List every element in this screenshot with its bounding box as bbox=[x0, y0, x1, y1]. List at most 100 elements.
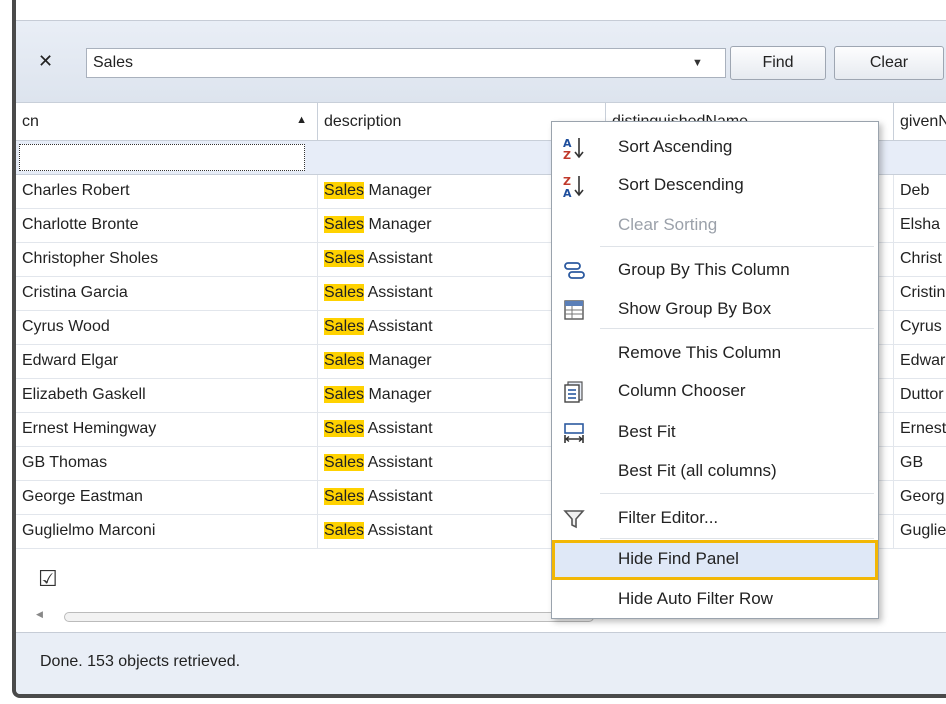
cell-givenname: Guglie bbox=[894, 515, 946, 549]
cell-cn: Guglielmo Marconi bbox=[16, 515, 318, 549]
sort-ascending-icon: A Z bbox=[563, 137, 584, 160]
menu-separator bbox=[600, 246, 874, 247]
scrollbar-thumb[interactable] bbox=[64, 612, 594, 622]
search-highlight: Sales bbox=[324, 318, 365, 335]
cell-cn: George Eastman bbox=[16, 481, 318, 515]
find-search-input[interactable] bbox=[86, 48, 726, 78]
menu-item-label: Clear Sorting bbox=[618, 215, 718, 234]
menu-item-filter-editor[interactable]: Filter Editor... bbox=[552, 499, 878, 537]
group-box-icon bbox=[564, 300, 584, 320]
search-highlight: Sales bbox=[324, 352, 365, 369]
status-text: Done. 153 objects retrieved. bbox=[40, 653, 241, 670]
cell-cn: Edward Elgar bbox=[16, 345, 318, 379]
clear-button[interactable]: Clear bbox=[834, 46, 944, 80]
description-rest: Manager bbox=[364, 352, 432, 369]
cell-givenname: Cristin bbox=[894, 277, 946, 311]
menu-separator bbox=[600, 328, 874, 329]
search-highlight: Sales bbox=[324, 522, 365, 539]
menu-item-label: Hide Find Panel bbox=[618, 549, 739, 568]
description-rest: Assistant bbox=[364, 284, 433, 301]
cell-cn: Elizabeth Gaskell bbox=[16, 379, 318, 413]
column-header-givenname[interactable]: givenName bbox=[894, 103, 946, 141]
cell-givenname: Christ bbox=[894, 243, 946, 277]
svg-text:Z: Z bbox=[563, 149, 571, 160]
group-by-icon bbox=[564, 262, 585, 279]
find-panel: ✕ ▼ Find Clear bbox=[16, 20, 946, 102]
search-highlight: Sales bbox=[324, 386, 365, 403]
column-header-label: givenName bbox=[900, 113, 946, 130]
chevron-down-icon[interactable]: ▼ bbox=[692, 57, 703, 69]
cell-cn: Christopher Sholes bbox=[16, 243, 318, 277]
menu-item-label: Group By This Column bbox=[618, 260, 790, 279]
menu-item-column-chooser[interactable]: Column Chooser bbox=[552, 372, 878, 410]
cell-cn: Ernest Hemingway bbox=[16, 413, 318, 447]
description-rest: Assistant bbox=[364, 522, 433, 539]
column-header-cn[interactable]: cn ▲ bbox=[16, 103, 318, 141]
filter-icon bbox=[563, 510, 585, 529]
menu-item-label: Column Chooser bbox=[618, 381, 746, 400]
title-bar bbox=[16, 0, 946, 20]
find-button[interactable]: Find bbox=[730, 46, 826, 80]
cell-cn: Cyrus Wood bbox=[16, 311, 318, 345]
cell-givenname: Cyrus bbox=[894, 311, 946, 345]
status-bar: Done. 153 objects retrieved. bbox=[16, 632, 946, 694]
menu-item-group-by-column[interactable]: Group By This Column bbox=[552, 251, 878, 289]
menu-item-best-fit[interactable]: Best Fit bbox=[552, 413, 878, 451]
menu-item-label: Hide Auto Filter Row bbox=[618, 589, 773, 608]
column-context-menu: A Z Sort Ascending Z A Sort Descending C… bbox=[551, 121, 879, 619]
best-fit-icon bbox=[564, 423, 584, 443]
description-rest: Assistant bbox=[364, 318, 433, 335]
svg-text:A: A bbox=[563, 187, 572, 198]
menu-separator bbox=[600, 493, 874, 494]
search-highlight: Sales bbox=[324, 488, 365, 505]
menu-item-hide-auto-filter-row[interactable]: Hide Auto Filter Row bbox=[552, 580, 878, 618]
menu-item-hide-find-panel[interactable]: Hide Find Panel bbox=[552, 540, 878, 580]
menu-item-label: Remove This Column bbox=[618, 343, 782, 362]
description-rest: Assistant bbox=[364, 420, 433, 437]
menu-item-label: Best Fit bbox=[618, 422, 676, 441]
description-rest: Assistant bbox=[364, 454, 433, 471]
cell-cn: Charlotte Bronte bbox=[16, 209, 318, 243]
menu-item-label: Best Fit (all columns) bbox=[618, 461, 777, 480]
description-rest: Manager bbox=[364, 182, 432, 199]
menu-separator bbox=[600, 538, 874, 539]
search-highlight: Sales bbox=[324, 284, 365, 301]
menu-item-remove-column[interactable]: Remove This Column bbox=[552, 334, 878, 372]
cell-givenname: Elsha bbox=[894, 209, 946, 243]
checkbox-icon[interactable]: ☑ bbox=[38, 566, 58, 592]
horizontal-scrollbar[interactable]: ◀ bbox=[36, 609, 596, 624]
search-highlight: Sales bbox=[324, 216, 365, 233]
cell-givenname: Deb bbox=[894, 175, 946, 209]
filter-cell-cn[interactable] bbox=[19, 144, 305, 171]
menu-item-label: Sort Descending bbox=[618, 175, 744, 194]
menu-item-clear-sorting[interactable]: Clear Sorting bbox=[552, 206, 878, 244]
scroll-left-icon[interactable]: ◀ bbox=[36, 609, 43, 620]
search-highlight: Sales bbox=[324, 420, 365, 437]
cell-givenname: GB bbox=[894, 447, 946, 481]
menu-item-label: Sort Ascending bbox=[618, 137, 733, 156]
cell-givenname: Ernest bbox=[894, 413, 946, 447]
cell-givenname: Duttor bbox=[894, 379, 946, 413]
menu-item-sort-ascending[interactable]: A Z Sort Ascending bbox=[552, 128, 878, 166]
cell-cn: Charles Robert bbox=[16, 175, 318, 209]
description-rest: Assistant bbox=[364, 488, 433, 505]
cell-cn: GB Thomas bbox=[16, 447, 318, 481]
description-rest: Assistant bbox=[364, 250, 433, 267]
search-highlight: Sales bbox=[324, 182, 365, 199]
menu-item-show-group-by-box[interactable]: Show Group By Box bbox=[552, 290, 878, 328]
column-chooser-icon bbox=[564, 381, 583, 403]
sort-descending-icon: Z A bbox=[563, 175, 584, 198]
menu-item-label: Filter Editor... bbox=[618, 508, 719, 527]
description-rest: Manager bbox=[364, 386, 432, 403]
menu-item-best-fit-all[interactable]: Best Fit (all columns) bbox=[552, 452, 878, 490]
close-find-panel-icon[interactable]: ✕ bbox=[38, 51, 53, 72]
sort-ascending-arrow-icon: ▲ bbox=[296, 114, 307, 126]
description-rest: Manager bbox=[364, 216, 432, 233]
menu-item-sort-descending[interactable]: Z A Sort Descending bbox=[552, 166, 878, 204]
cell-givenname: Georg bbox=[894, 481, 946, 515]
column-header-label: description bbox=[324, 113, 402, 130]
cell-cn: Cristina Garcia bbox=[16, 277, 318, 311]
cell-givenname: Edwar bbox=[894, 345, 946, 379]
search-highlight: Sales bbox=[324, 454, 365, 471]
column-header-label: cn bbox=[22, 113, 39, 130]
